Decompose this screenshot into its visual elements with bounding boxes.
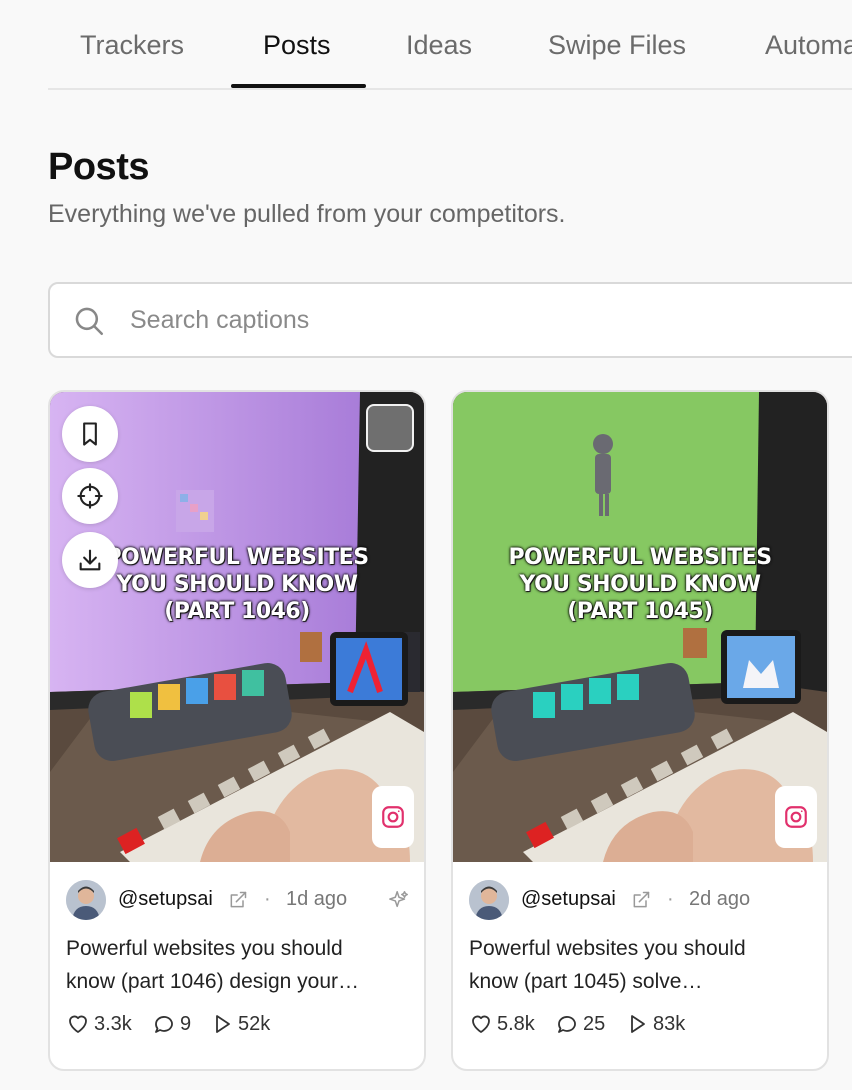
post-card[interactable]: POWERFUL WEBSITES YOU SHOULD KNOW (PART … (451, 390, 829, 1071)
post-caption: Powerful websites you should know (part … (469, 937, 746, 993)
views-stat: 52k (210, 1012, 270, 1036)
likes-stat: 5.8k (469, 1012, 535, 1036)
instagram-button[interactable] (775, 786, 817, 848)
likes-stat: 3.3k (66, 1012, 132, 1036)
heart-icon (69, 1015, 87, 1033)
post-card[interactable]: POWERFUL WEBSITES YOU SHOULD KNOW (PART … (48, 390, 426, 1071)
search-input[interactable] (130, 298, 830, 342)
bookmark-button[interactable] (62, 406, 118, 462)
search-bar (48, 282, 852, 358)
post-thumbnail[interactable]: POWERFUL WEBSITES YOU SHOULD KNOW (PART … (453, 392, 827, 862)
sparkle-icon[interactable] (388, 889, 410, 911)
play-icon (216, 1015, 230, 1033)
download-button[interactable] (62, 532, 118, 588)
instagram-icon (785, 806, 807, 828)
track-button[interactable] (62, 468, 118, 524)
page-subtitle: Everything we've pulled from your compet… (48, 200, 566, 228)
bookmark-icon (83, 422, 97, 446)
comments-count: 25 (583, 1012, 606, 1035)
page-title: Posts (48, 146, 149, 188)
thumbnail-overlay-text: POWERFUL WEBSITES YOU SHOULD KNOW (PART … (508, 545, 772, 624)
tab-swipe-files[interactable]: Swipe Files (548, 30, 686, 61)
crosshair-icon (77, 483, 103, 509)
instagram-button[interactable] (372, 786, 414, 848)
thumbnail-image (453, 392, 827, 862)
post-caption: Powerful websites you should know (part … (66, 937, 359, 993)
external-link-icon[interactable] (228, 890, 248, 910)
post-meta: @setupsai · 2d ago (469, 880, 815, 920)
post-stats: 3.3k 9 52k (66, 1012, 412, 1042)
comment-icon (558, 1016, 576, 1033)
views-count: 52k (238, 1012, 271, 1035)
post-thumbnail[interactable]: POWERFUL WEBSITES YOU SHOULD KNOW (PART … (50, 392, 424, 862)
search-icon (75, 307, 104, 336)
meta-separator: · (264, 888, 271, 910)
external-link-icon[interactable] (631, 890, 651, 910)
username-link[interactable]: @setupsai (118, 888, 213, 911)
select-checkbox[interactable] (366, 404, 414, 452)
comments-count: 9 (180, 1012, 192, 1035)
download-icon (79, 549, 101, 571)
comment-icon (155, 1016, 173, 1033)
comments-stat: 9 (152, 1012, 191, 1036)
avatar[interactable] (469, 880, 509, 920)
post-time-ago: 2d ago (689, 888, 751, 910)
tab-automations[interactable]: Automa (765, 30, 852, 61)
tab-ideas[interactable]: Ideas (406, 30, 472, 61)
likes-count: 3.3k (94, 1012, 132, 1035)
active-tab-indicator (231, 84, 366, 88)
thumbnail-image (50, 392, 424, 862)
meta-separator: · (667, 888, 674, 910)
tab-posts[interactable]: Posts (263, 30, 331, 61)
username-link[interactable]: @setupsai (521, 888, 616, 911)
heart-icon (472, 1015, 490, 1033)
tab-trackers[interactable]: Trackers (80, 30, 184, 61)
instagram-icon (382, 806, 404, 828)
views-count: 83k (653, 1012, 686, 1035)
likes-count: 5.8k (497, 1012, 535, 1035)
post-stats: 5.8k 25 83k (469, 1012, 815, 1042)
post-time-ago: 1d ago (286, 888, 348, 910)
post-meta: @setupsai · 1d ago (66, 880, 412, 920)
avatar[interactable] (66, 880, 106, 920)
views-stat: 83k (625, 1012, 685, 1036)
tab-bar: Trackers Posts Ideas Swipe Files Automa (48, 0, 852, 90)
play-icon (631, 1015, 645, 1033)
comments-stat: 25 (555, 1012, 605, 1036)
